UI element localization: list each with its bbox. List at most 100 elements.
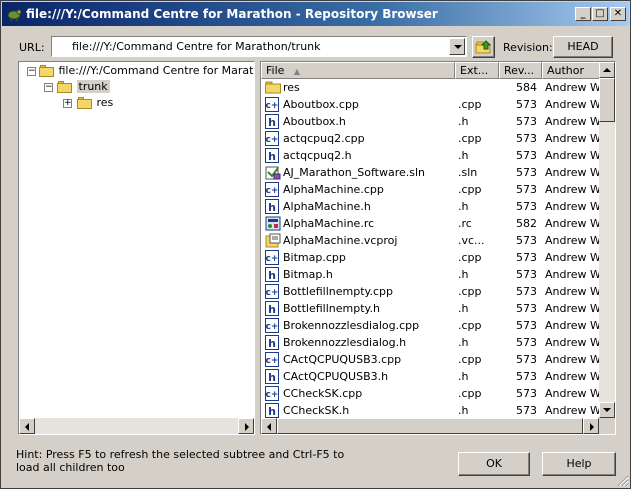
arrow-up-icon <box>603 68 611 72</box>
help-button[interactable]: Help <box>542 452 616 476</box>
tree-item-res[interactable]: res <box>77 95 113 111</box>
title-bar[interactable]: file:///Y:/Command Centre for Marathon -… <box>2 2 629 26</box>
column-header-author[interactable]: Author <box>542 62 601 79</box>
file-row[interactable]: c+ Bitmap.cpp .cpp 573 Andrew We <box>261 249 601 266</box>
file-name: actqcpuq2.h <box>283 149 352 162</box>
file-author: Andrew We <box>545 132 601 145</box>
file-row[interactable]: h actqcpuq2.h .h 573 Andrew We <box>261 147 601 164</box>
column-header-revision[interactable]: Rev... <box>499 62 542 79</box>
folder-up-icon <box>475 40 491 54</box>
column-header-file-label: File <box>266 64 285 77</box>
file-row[interactable]: c+ actqcpuq2.cpp .cpp 573 Andrew We <box>261 130 601 147</box>
file-row[interactable]: AJ_Marathon_Software.sln .sln 573 Andrew We <box>261 164 601 181</box>
expand-res-icon[interactable]: + <box>63 99 72 108</box>
tree-item-trunk[interactable]: trunk <box>57 79 110 95</box>
file-row[interactable]: h Aboutbox.h .h 573 Andrew We <box>261 113 601 130</box>
file-row[interactable]: c+ Brokennozzlesdialog.cpp .cpp 573 Andrew W… <box>261 317 601 334</box>
file-extension: .h <box>458 370 469 383</box>
file-revision: 573 <box>516 353 537 366</box>
maximize-button[interactable]: □ <box>592 7 608 21</box>
file-revision: 573 <box>516 336 537 349</box>
file-row[interactable]: c+ CCheckSK.cpp .cpp 573 Andrew We <box>261 385 601 402</box>
file-author: Andrew We <box>545 115 601 128</box>
scrollbar-corner <box>599 418 615 434</box>
file-list-rows: res 584 Andrew We c+ Aboutbox.cpp .cpp 573 Andr… <box>261 79 601 418</box>
url-combobox[interactable]: file:///Y:/Command Centre for Marathon/t… <box>51 36 467 57</box>
file-author: Andrew We <box>545 336 601 349</box>
cpp-file-icon: c+ <box>265 131 279 146</box>
browse-folder-button[interactable] <box>472 36 495 58</box>
file-name: Bottlefillnempty.h <box>283 302 380 315</box>
scroll-left-button[interactable] <box>19 418 35 434</box>
header-file-icon: h <box>265 369 279 384</box>
minimize-button[interactable]: _ <box>575 7 591 21</box>
scroll-up-button[interactable] <box>599 62 615 78</box>
tortoise-app-icon <box>7 9 22 21</box>
close-icon: ✕ <box>613 8 623 19</box>
file-row[interactable]: AlphaMachine.rc .rc 582 Andrew We <box>261 215 601 232</box>
tree-horizontal-scrollbar[interactable] <box>19 418 254 434</box>
file-name: Bitmap.h <box>283 268 333 281</box>
file-author: Andrew We <box>545 268 601 281</box>
tree-item-root[interactable]: file:///Y:/Command Centre for Marathon <box>39 63 254 79</box>
file-author: Andrew We <box>545 251 601 264</box>
svg-text:h: h <box>268 371 276 384</box>
scroll-left-button[interactable] <box>261 418 277 434</box>
file-row[interactable]: c+ AlphaMachine.cpp .cpp 573 Andrew We <box>261 181 601 198</box>
file-row[interactable]: res 584 Andrew We <box>261 79 601 96</box>
file-row[interactable]: h Bitmap.h .h 573 Andrew We <box>261 266 601 283</box>
file-row[interactable]: h AlphaMachine.h .h 573 Andrew We <box>261 198 601 215</box>
column-header-file[interactable]: File ▲ <box>261 62 455 79</box>
folder-tree-panel[interactable]: − file:///Y:/Command Centre for Marathon… <box>18 61 255 435</box>
scroll-right-button[interactable] <box>238 418 254 434</box>
header-file-icon: h <box>265 114 279 129</box>
resize-grip-icon[interactable] <box>616 474 629 487</box>
column-header-extension[interactable]: Ext... <box>455 62 499 79</box>
file-extension: .h <box>458 149 469 162</box>
scroll-right-button[interactable] <box>583 418 599 434</box>
ok-button[interactable]: OK <box>458 452 530 476</box>
cpp-file-icon: c+ <box>265 97 279 112</box>
file-row[interactable]: h Bottlefillnempty.h .h 573 Andrew We <box>261 300 601 317</box>
file-name: Bitmap.cpp <box>283 251 346 264</box>
svg-text:c+: c+ <box>266 390 279 400</box>
url-input[interactable]: file:///Y:/Command Centre for Marathon/t… <box>72 40 321 53</box>
file-revision: 573 <box>516 183 537 196</box>
url-label: URL: <box>19 41 45 54</box>
revision-head-button[interactable]: HEAD <box>553 36 613 58</box>
file-revision: 584 <box>516 81 537 94</box>
svg-text:h: h <box>268 201 276 214</box>
file-row[interactable]: c+ Bottlefillnempty.cpp .cpp 573 Andrew We <box>261 283 601 300</box>
file-row[interactable]: h Brokennozzlesdialog.h .h 573 Andrew We <box>261 334 601 351</box>
file-row[interactable]: c+ CActQCPUQUSB3.cpp .cpp 573 Andrew We <box>261 351 601 368</box>
file-extension: .vc... <box>458 234 485 247</box>
file-list-panel[interactable]: File ▲ Ext... Rev... Author res 584 Andrew… <box>260 61 616 435</box>
file-row[interactable]: h CCheckSK.h .h 573 Andrew We <box>261 402 601 418</box>
file-revision: 573 <box>516 234 537 247</box>
scroll-thumb[interactable] <box>599 78 615 122</box>
file-revision: 573 <box>516 387 537 400</box>
file-list-horizontal-scrollbar[interactable] <box>261 418 599 434</box>
file-author: Andrew We <box>545 285 601 298</box>
file-author: Andrew We <box>545 319 601 332</box>
scroll-down-button[interactable] <box>599 402 615 418</box>
file-extension: .cpp <box>458 387 482 400</box>
folder-icon <box>265 80 281 95</box>
file-list-vertical-scrollbar[interactable] <box>599 62 615 418</box>
header-file-icon: h <box>265 199 279 214</box>
resource-file-icon <box>265 216 281 231</box>
file-name: Aboutbox.cpp <box>283 98 359 111</box>
collapse-trunk-icon[interactable]: − <box>44 83 53 92</box>
file-revision: 573 <box>516 115 537 128</box>
collapse-root-icon[interactable]: − <box>27 67 36 76</box>
file-row[interactable]: h CActQCPUQUSB3.h .h 573 Andrew We <box>261 368 601 385</box>
horizontal-scroll-thumb[interactable] <box>277 418 583 434</box>
close-button[interactable]: ✕ <box>610 7 626 21</box>
file-row[interactable]: c+ Aboutbox.cpp .cpp 573 Andrew We <box>261 96 601 113</box>
revision-label: Revision: <box>503 41 553 54</box>
file-name: CActQCPUQUSB3.cpp <box>283 353 402 366</box>
url-dropdown-button[interactable] <box>449 38 465 55</box>
arrow-down-icon <box>603 408 611 412</box>
file-name: AJ_Marathon_Software.sln <box>283 166 425 179</box>
file-row[interactable]: AlphaMachine.vcproj .vc... 573 Andrew We <box>261 232 601 249</box>
